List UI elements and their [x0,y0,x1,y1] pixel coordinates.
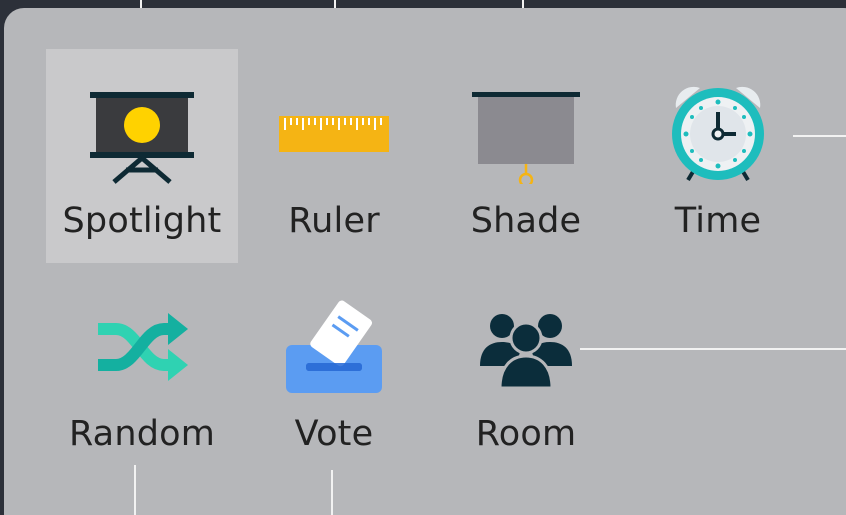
tool-vote[interactable]: Vote [238,262,430,476]
tool-random[interactable]: Random [46,262,238,476]
spotlight-icon [46,79,238,189]
shuffle-icon [46,292,238,402]
tool-label: Ruler [288,201,380,241]
tool-label: Vote [294,414,374,454]
callout-line-random [134,465,136,515]
ruler-icon [238,79,430,189]
callout-line-vote [331,470,333,515]
tool-label: Time [674,201,762,241]
alarm-clock-icon [622,79,814,189]
tool-room[interactable]: Room [430,262,622,476]
tool-shade[interactable]: Shade [430,49,622,263]
tool-label: Random [68,414,216,454]
group-people-icon [430,292,622,402]
ballot-box-icon [238,292,430,402]
callout-line-time [793,135,846,137]
shade-icon [430,79,622,189]
toolbox-screen: Spotlight Ruler Shade Time Random Vote R… [0,0,846,515]
tool-ruler[interactable]: Ruler [238,49,430,263]
toolbox-panel: Spotlight Ruler Shade Time Random Vote R… [4,8,846,515]
tool-spotlight[interactable]: Spotlight [46,49,238,263]
tool-label: Shade [470,201,582,241]
tool-label: Spotlight [62,201,222,241]
callout-line-room [580,348,846,350]
tool-label: Room [475,414,577,454]
tool-time[interactable]: Time [622,49,814,263]
